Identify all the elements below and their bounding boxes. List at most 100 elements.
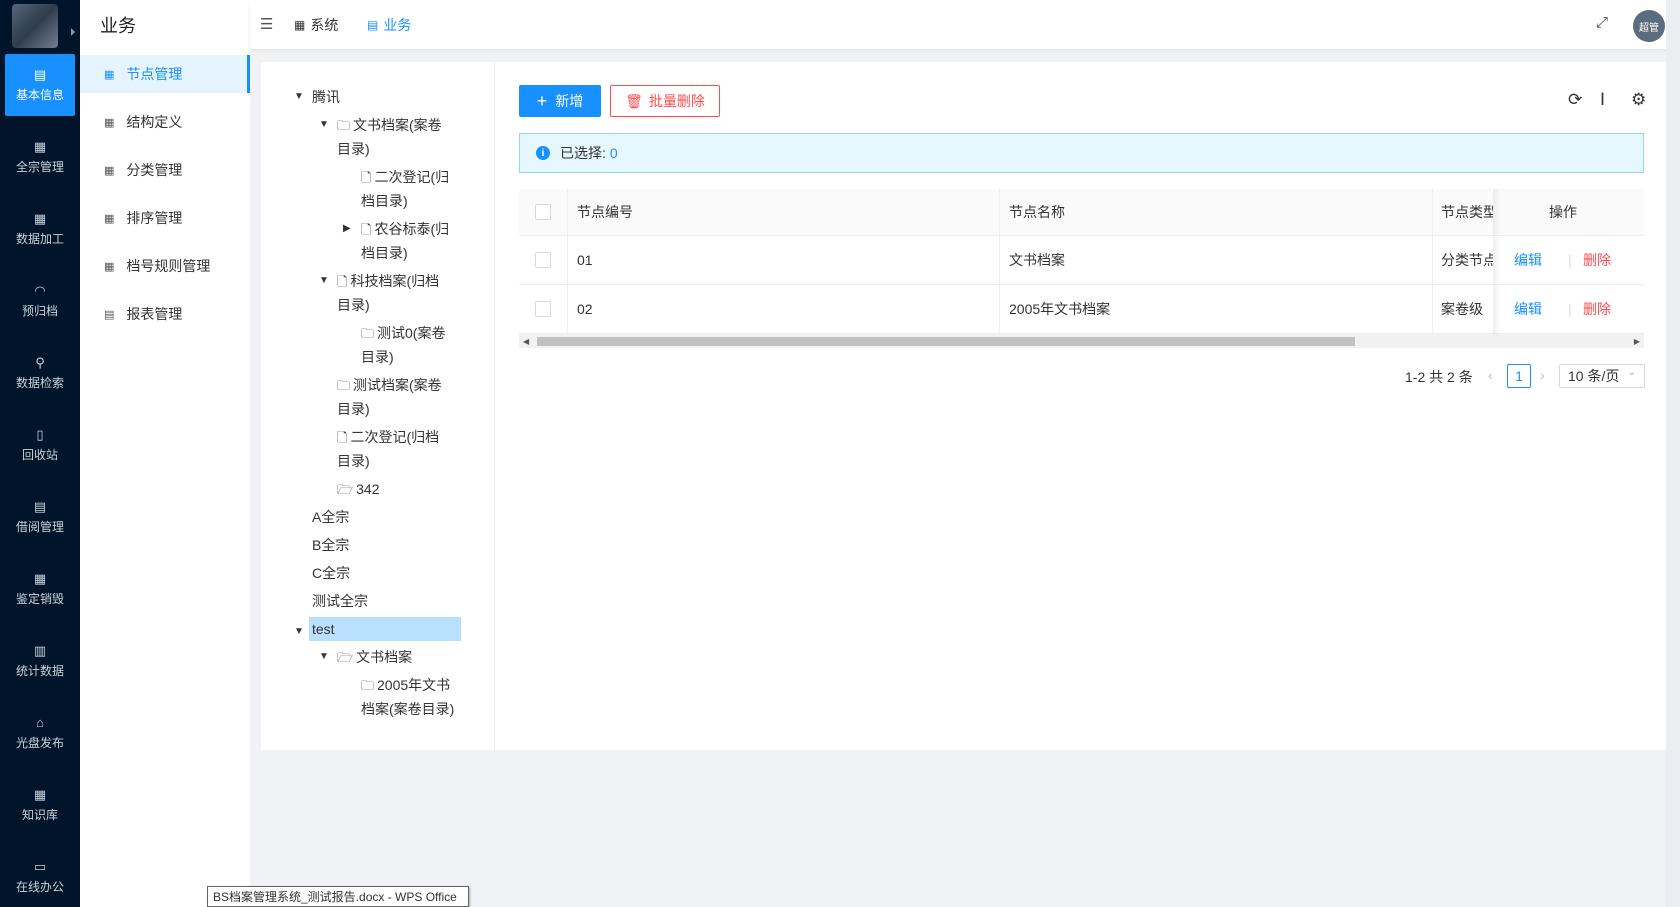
grid-icon: ▦ xyxy=(33,138,47,154)
caret-down-icon[interactable]: ▼ xyxy=(294,85,304,109)
sub-item-structure[interactable]: ▦ 结构定义 xyxy=(80,103,250,141)
menu-fold-icon[interactable]: ☰ xyxy=(260,15,273,33)
nav-item-online-office[interactable]: ▭ 在线办公 xyxy=(5,846,75,907)
sub-sidebar: 业务 ▦ 节点管理 ▦ 结构定义 ▦ 分类管理 ▦ 排序管理 ▦ 档号规则管理 … xyxy=(80,0,250,907)
main-nav-rail: ▤ 基本信息 ▦ 全宗管理 ▦ 数据加工 ◠ 预归档 ⚲ 数据检索 ▯ 回收站 … xyxy=(0,0,80,907)
header-node-name[interactable]: 节点名称 xyxy=(1009,189,1065,235)
edit-link[interactable]: 编辑 xyxy=(1514,236,1542,284)
table-horizontal-scrollbar[interactable]: ◀ ▶ xyxy=(519,334,1644,348)
page-size-select[interactable]: 10 条/页 ⌄ xyxy=(1559,364,1645,388)
caret-right-icon[interactable]: ▶ xyxy=(343,217,351,241)
delete-link[interactable]: 删除 xyxy=(1583,236,1611,284)
add-button[interactable]: + 新增 xyxy=(519,85,601,117)
tree-node-tencent[interactable]: ▼ 腾讯 xyxy=(294,85,340,109)
nav-item-pre-archive[interactable]: ◠ 预归档 xyxy=(5,270,75,332)
nav-item-fonds[interactable]: ▦ 全宗管理 xyxy=(5,126,75,188)
tree-node-test-wenshu[interactable]: ▼ 🗁 文书档案 xyxy=(319,645,412,670)
nav-item-statistics[interactable]: ▥ 统计数据 xyxy=(5,630,75,692)
column-divider xyxy=(567,236,568,284)
tree-node-nonggu[interactable]: ▶ 🗋 农谷标泰(归 xyxy=(343,217,449,242)
row-checkbox-cell xyxy=(535,236,551,284)
caret-down-icon[interactable]: ▼ xyxy=(319,645,329,669)
header-node-type[interactable]: 节点类型 xyxy=(1441,189,1493,235)
column-divider xyxy=(1432,285,1433,333)
nav-item-search[interactable]: ⚲ 数据检索 xyxy=(5,342,75,404)
row-checkbox[interactable] xyxy=(535,252,551,268)
disc-icon: ⌂ xyxy=(36,714,44,730)
document-icon: ▤ xyxy=(367,18,379,32)
tree-node-2005-wenshu[interactable]: 🗀 2005年文书 xyxy=(361,673,450,698)
folder-open-icon: 🗁 xyxy=(337,482,354,497)
delete-link-label[interactable]: 删除 xyxy=(1583,299,1611,319)
tree-node-test-archive[interactable]: 🗀 测试档案(案卷 xyxy=(337,373,442,398)
tree-node-wenshu[interactable]: ▼ 🗀 文书档案(案卷 xyxy=(319,113,442,138)
nav-item-label: 数据加工 xyxy=(15,231,64,246)
sub-item-label: 节点管理 xyxy=(126,66,183,82)
edit-link-label[interactable]: 编辑 xyxy=(1514,250,1542,270)
gear-icon[interactable]: ⚙ xyxy=(1631,90,1646,110)
sub-item-sorting[interactable]: ▦ 排序管理 xyxy=(80,199,250,237)
tree-node-test-archive-cont: 目录) xyxy=(337,397,370,421)
grid-icon: ▦ xyxy=(104,260,115,273)
tree-node-a-fonds[interactable]: A全宗 xyxy=(312,505,349,529)
edit-link[interactable]: 编辑 xyxy=(1514,285,1542,333)
sub-item-node-management[interactable]: ▦ 节点管理 xyxy=(80,55,250,93)
tree-node-b-fonds[interactable]: B全宗 xyxy=(312,533,349,557)
scroll-right-arrow-icon[interactable]: ▶ xyxy=(1634,337,1640,346)
nav-item-label: 回收站 xyxy=(21,447,58,462)
caret-down-icon[interactable]: ▼ xyxy=(319,269,329,293)
scroll-left-arrow-icon[interactable]: ◀ xyxy=(523,337,529,346)
reload-icon[interactable]: ⟳ xyxy=(1568,90,1582,110)
sub-item-archive-number-rules[interactable]: ▦ 档号规则管理 xyxy=(80,247,250,285)
tree-node-label: 二次登记(归 xyxy=(374,169,450,185)
tree-node-second-reg[interactable]: 🗋 二次登记(归 xyxy=(361,165,449,190)
tree-node-test[interactable]: test xyxy=(309,617,461,641)
nav-item-borrow[interactable]: ▤ 借阅管理 xyxy=(5,486,75,548)
pagination-prev-icon[interactable]: ‹ xyxy=(1488,367,1493,383)
pagination-next-icon[interactable]: › xyxy=(1540,367,1545,383)
grid-icon: ▦ xyxy=(104,212,115,225)
delete-link[interactable]: 删除 xyxy=(1583,285,1611,333)
nav-item-recycle-bin[interactable]: ▯ 回收站 xyxy=(5,414,75,476)
header-actions: 操作 xyxy=(1549,204,1577,220)
column-height-icon[interactable]: Ⅰ xyxy=(1600,90,1605,110)
sub-item-classification[interactable]: ▦ 分类管理 xyxy=(80,151,250,189)
delete-link-label[interactable]: 删除 xyxy=(1583,250,1611,270)
header-node-code[interactable]: 节点编号 xyxy=(577,189,633,235)
document-icon: ▤ xyxy=(33,66,47,82)
tree-node-label: test xyxy=(312,621,335,637)
tree-node-test-fonds[interactable]: 测试全宗 xyxy=(312,589,368,613)
nav-item-label: 统计数据 xyxy=(15,663,64,678)
nav-item-disc-publish[interactable]: ⌂ 光盘发布 xyxy=(5,702,75,764)
tab-business[interactable]: ▤ 业务 xyxy=(367,15,411,35)
tree-node-test0[interactable]: 🗀 测试0(案卷 xyxy=(361,321,445,346)
scrollbar-thumb[interactable] xyxy=(537,337,1355,346)
batch-delete-label: 批量删除 xyxy=(648,93,705,109)
fullscreen-icon[interactable]: ⤢ xyxy=(1596,14,1608,31)
collapse-caret-icon[interactable] xyxy=(71,28,75,36)
edit-link-label[interactable]: 编辑 xyxy=(1514,299,1542,319)
tree-node-second-reg-2[interactable]: 🗋 二次登记(归档 xyxy=(337,425,439,450)
nav-item-appraisal[interactable]: ▦ 鉴定销毁 xyxy=(5,558,75,620)
tab-system[interactable]: ▦ 系统 xyxy=(294,15,338,35)
batch-delete-button[interactable]: 🗑 批量删除 xyxy=(610,85,720,117)
row-checkbox[interactable] xyxy=(535,301,551,317)
tree-node-c-fonds[interactable]: C全宗 xyxy=(312,561,350,585)
column-divider xyxy=(999,189,1000,235)
select-all-checkbox[interactable] xyxy=(535,204,551,220)
nav-item-data-processing[interactable]: ▦ 数据加工 xyxy=(5,198,75,260)
nav-item-knowledge[interactable]: ▦ 知识库 xyxy=(5,774,75,836)
caret-down-icon[interactable]: ▼ xyxy=(319,113,329,137)
tree-node-label: 目录) xyxy=(361,349,394,365)
avatar[interactable]: 超管 xyxy=(1633,10,1665,42)
sub-item-reports[interactable]: ▤ 报表管理 xyxy=(80,295,250,333)
nav-item-basic-info[interactable]: ▤ 基本信息 xyxy=(5,54,75,116)
column-divider xyxy=(1432,236,1433,284)
action-divider: | xyxy=(1568,252,1572,268)
sub-item-label: 分类管理 xyxy=(126,162,183,178)
tree-node-342[interactable]: 🗁 342 xyxy=(337,477,379,502)
caret-down-icon[interactable]: ▼ xyxy=(294,617,304,644)
pagination-page[interactable]: 1 xyxy=(1507,364,1531,388)
tree-node-tech[interactable]: ▼ 🗋 科技档案(归档 xyxy=(319,269,439,294)
grid-icon: ▦ xyxy=(33,570,47,586)
